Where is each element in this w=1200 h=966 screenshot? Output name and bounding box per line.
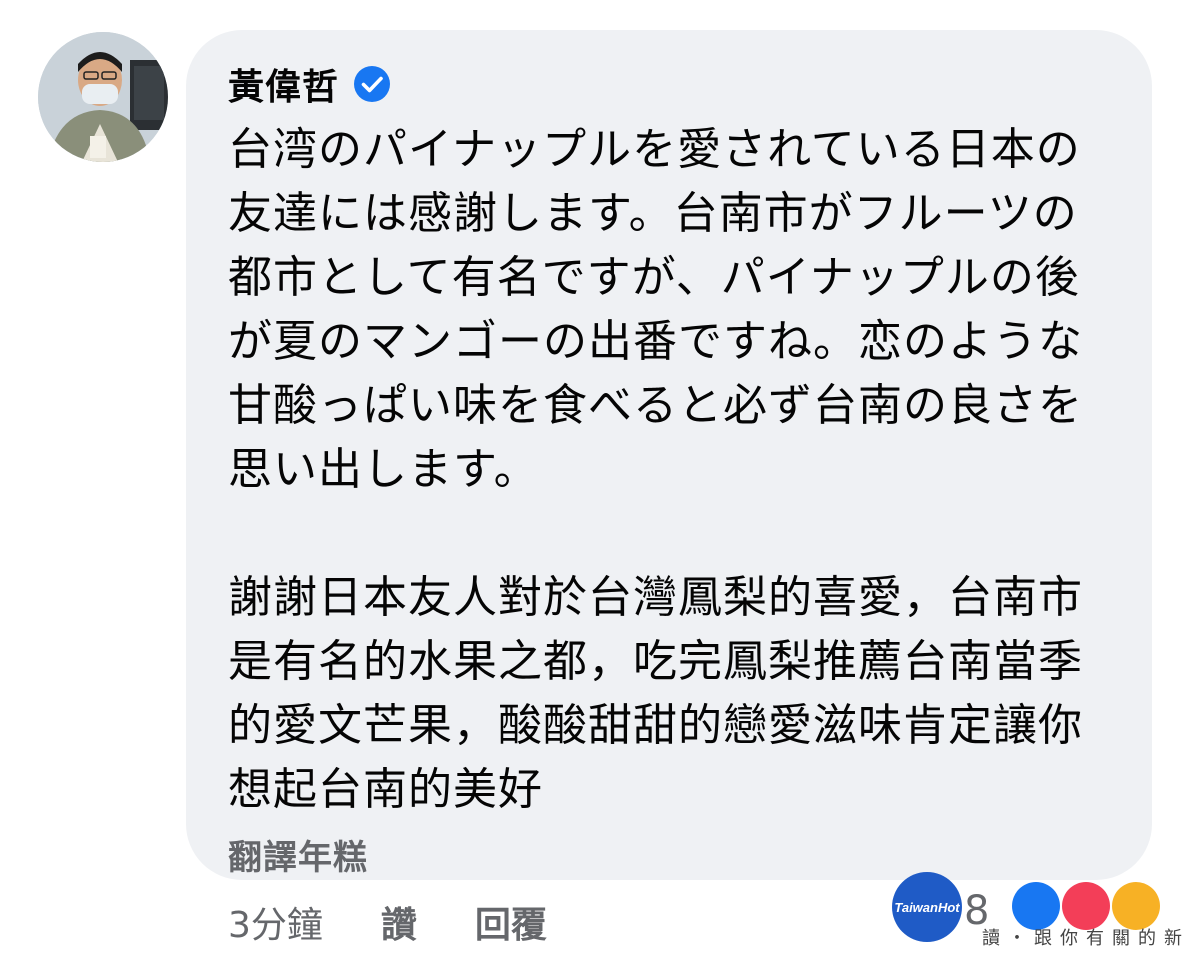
comment-text-japanese: 台湾のパイナップルを愛されている日本の友達には感謝します。台南市がフルーツの都市… (228, 124, 1083, 495)
reaction-icons[interactable] (1012, 882, 1162, 930)
like-reaction-icon (1012, 882, 1060, 930)
comment-item: 黃偉哲 台湾のパイナップルを愛されている日本の友達には感謝します。台南市がフルー… (0, 0, 1200, 966)
comment-bubble: 黃偉哲 台湾のパイナップルを愛されている日本の友達には感謝します。台南市がフルー… (186, 30, 1152, 880)
watermark: TaiwanHot 8 讀・跟你有關的新 (892, 872, 1192, 962)
love-reaction-icon (1062, 882, 1110, 930)
verified-badge-icon (353, 65, 391, 103)
comment-actions: 3分鐘 讚 回覆 (228, 896, 547, 948)
avatar[interactable] (38, 32, 168, 162)
watermark-subtext: 讀・跟你有關的新 (982, 928, 1190, 949)
comment-text-chinese: 謝謝日本友人對於台灣鳳梨的喜愛，台南市是有名的水果之都，吃完鳳梨推薦台南當季的愛… (228, 572, 1083, 815)
comment-timestamp[interactable]: 3分鐘 (228, 896, 323, 948)
author-name[interactable]: 黃偉哲 (228, 58, 339, 110)
haha-reaction-icon (1112, 882, 1160, 930)
watermark-logo: TaiwanHot (892, 872, 962, 942)
reply-button[interactable]: 回覆 (475, 896, 547, 948)
like-button[interactable]: 讚 (381, 896, 417, 948)
author-row: 黃偉哲 (228, 56, 1112, 112)
comment-text: 台湾のパイナップルを愛されている日本の友達には感謝します。台南市がフルーツの都市… (228, 118, 1112, 822)
